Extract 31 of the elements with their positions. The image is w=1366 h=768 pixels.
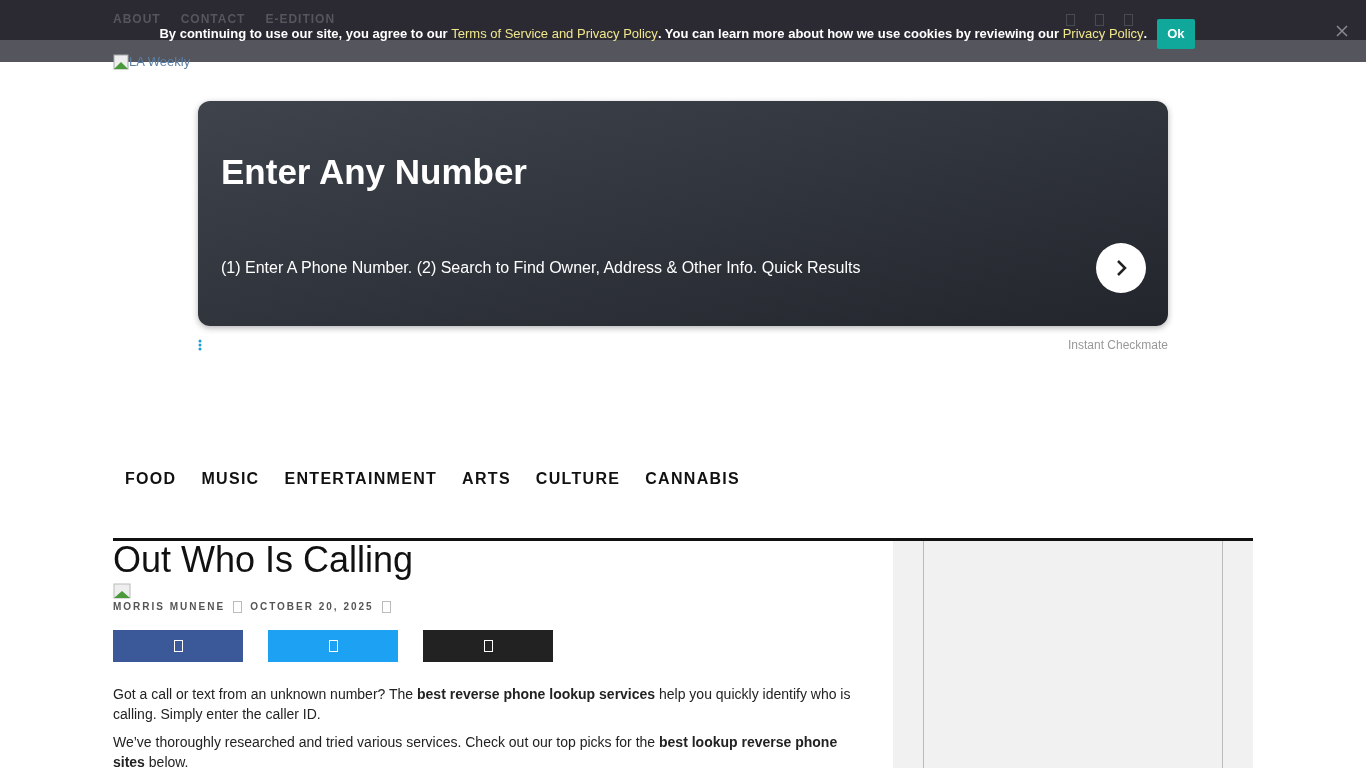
close-icon[interactable] <box>1336 25 1348 37</box>
ad-card[interactable]: Enter Any Number (1) Enter A Phone Number. (2) Search to Find Owner, Address & Other Info. Quick Results <box>198 101 1168 326</box>
separator-icon <box>381 600 391 613</box>
article-date: OCTOBER 20, 2025 <box>250 600 374 614</box>
article-paragraph: Got a call or text from an unknown number? The best reverse phone lookup services help you quickly identify who is calling. Simply enter the caller ID. <box>113 685 852 724</box>
social-icon <box>1066 14 1075 26</box>
more-options-icon[interactable] <box>198 339 202 351</box>
separator-icon <box>233 600 243 613</box>
main-nav-link[interactable]: ARTS <box>462 467 511 491</box>
terms-link[interactable]: Terms of Service and Privacy Policy <box>451 26 658 41</box>
author-name[interactable]: MORRIS MUNENE <box>113 599 226 614</box>
main-nav-link[interactable]: CANNABIS <box>645 467 741 491</box>
missing-glyph-icon <box>483 640 493 652</box>
logo-link[interactable]: LA Weekly <box>113 52 191 72</box>
article-paragraph: We’ve thoroughly researched and tried various services. Check out our top picks for the best lookup reverse phone sites below. <box>113 733 839 768</box>
ad-title: Enter Any Number <box>221 151 528 193</box>
article-title: Out Who Is Calling <box>113 541 415 579</box>
missing-glyph-icon <box>173 640 183 652</box>
author-avatar-icon <box>113 583 131 599</box>
social-icon <box>1095 14 1104 26</box>
broken-image-icon <box>113 53 129 70</box>
cookie-notice: By continuing to use our site, you agree to our Terms of Service and Privacy Policy. You can learn more about how we use cookies by reviewing our Privacy Policy. <box>159 25 1148 43</box>
main-nav-link[interactable]: CULTURE <box>535 467 621 491</box>
missing-glyph-icon <box>328 640 338 652</box>
main-nav-link[interactable]: FOOD <box>125 467 177 491</box>
main-nav-link[interactable]: ENTERTAINMENT <box>284 467 438 491</box>
social-icon <box>1124 14 1133 26</box>
ad-description: (1) Enter A Phone Number. (2) Search to Find Owner, Address & Other Info. Quick Results <box>221 257 861 278</box>
privacy-link[interactable]: Privacy Policy <box>1062 26 1144 41</box>
main-nav-link[interactable]: MUSIC <box>201 467 260 491</box>
next-button[interactable] <box>1096 242 1146 293</box>
